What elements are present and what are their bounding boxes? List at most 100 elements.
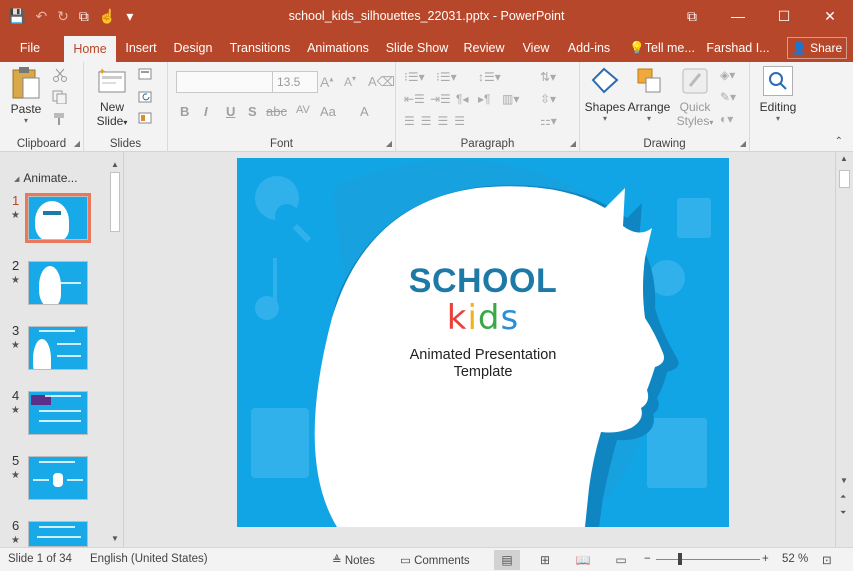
slide-show-button[interactable]: ▭: [608, 550, 634, 570]
previous-slide-icon[interactable]: ⏶: [840, 492, 846, 502]
alignment-icons[interactable]: ☰☰☰☰: [404, 114, 471, 128]
tab-home[interactable]: Home: [64, 36, 116, 62]
scroll-up-icon[interactable]: ▲: [111, 160, 119, 169]
columns-icon[interactable]: ▥▾: [502, 92, 519, 106]
kids-letter: s: [500, 298, 520, 338]
paste-button[interactable]: Paste ▾: [6, 66, 46, 125]
minimize-button[interactable]: —: [715, 0, 761, 32]
smartart-icon[interactable]: ⚏▾: [540, 114, 557, 128]
slide-thumbnail-1[interactable]: [25, 193, 91, 243]
line-spacing-icon[interactable]: ↕☰▾: [478, 70, 501, 84]
tab-add-ins[interactable]: Add-ins: [562, 34, 616, 62]
editing-button[interactable]: Editing ▾: [754, 66, 802, 123]
thumbnails-scrollbar[interactable]: ▲ ▼: [108, 158, 122, 548]
strikethrough-button[interactable]: abc: [266, 104, 287, 119]
decrease-indent-icon[interactable]: ⇤☰: [404, 92, 425, 106]
notes-button[interactable]: ≜ Notes: [332, 553, 375, 567]
paragraph-dialog-launcher-icon[interactable]: ◢: [570, 139, 576, 148]
animation-star-icon: ★: [11, 340, 20, 351]
shape-outline-icon[interactable]: ✎▾: [720, 90, 736, 104]
tell-me-search[interactable]: 💡Tell me...: [626, 34, 698, 62]
copy-icon[interactable]: [52, 90, 68, 105]
font-size-input[interactable]: 13.5: [272, 71, 318, 93]
comments-button[interactable]: ▭ Comments: [400, 553, 470, 567]
reading-view-icon: 📖: [575, 553, 591, 567]
tab-file[interactable]: File: [8, 34, 52, 62]
text-direction-icon[interactable]: ⇅▾: [540, 70, 556, 84]
clear-formatting-icon[interactable]: A⌫: [368, 74, 395, 90]
bullets-icon[interactable]: ⁝☰▾: [404, 70, 425, 84]
shapes-label: Shapes: [584, 100, 626, 114]
scroll-up-icon[interactable]: ▲: [840, 154, 848, 163]
tab-slide-show[interactable]: Slide Show: [382, 34, 452, 62]
tab-review[interactable]: Review: [460, 34, 508, 62]
animation-star-icon: ★: [11, 535, 20, 546]
rtl-icon[interactable]: ¶◂: [456, 92, 468, 106]
close-button[interactable]: ✕: [807, 0, 853, 32]
tab-transitions[interactable]: Transitions: [224, 34, 296, 62]
quick-styles-button[interactable]: Quick Styles▾: [674, 66, 716, 128]
ltr-icon[interactable]: ▸¶: [478, 92, 490, 106]
shape-fill-icon[interactable]: ◈▾: [720, 68, 735, 82]
zoom-out-button[interactable]: −: [644, 553, 651, 565]
font-color-button[interactable]: A: [360, 104, 369, 119]
drawing-dialog-launcher-icon[interactable]: ◢: [740, 139, 746, 148]
slide-thumbnail-4[interactable]: [28, 391, 88, 435]
next-slide-icon[interactable]: ⏷: [840, 508, 846, 518]
slide-title-kids[interactable]: kids: [395, 298, 571, 338]
align-text-icon[interactable]: ⇳▾: [540, 92, 556, 106]
zoom-slider-track[interactable]: [656, 559, 760, 560]
zoom-in-button[interactable]: +: [762, 553, 769, 565]
language-indicator[interactable]: English (United States): [90, 553, 208, 565]
collapse-ribbon-icon[interactable]: ⌃: [835, 136, 843, 147]
layout-icon[interactable]: [138, 68, 154, 82]
shape-effects-icon[interactable]: ◐▾: [720, 112, 733, 126]
slide-vertical-scrollbar[interactable]: ▲ ▼ ⏶ ⏷: [835, 152, 853, 547]
scroll-down-icon[interactable]: ▼: [840, 476, 848, 485]
fit-slide-icon[interactable]: ⊡: [822, 553, 832, 567]
slide-thumbnail-3[interactable]: [28, 326, 88, 370]
character-spacing-button[interactable]: AV: [296, 104, 310, 116]
scrollbar-thumb[interactable]: [839, 170, 850, 188]
tab-insert[interactable]: Insert: [118, 34, 164, 62]
zoom-slider-thumb[interactable]: [678, 553, 682, 565]
maximize-button[interactable]: ☐: [761, 0, 807, 32]
cut-icon[interactable]: [52, 68, 68, 82]
slide-canvas[interactable]: SCHOOL kids Animated Presentation Templa…: [237, 158, 729, 527]
font-dialog-launcher-icon[interactable]: ◢: [386, 139, 392, 148]
italic-button[interactable]: I: [204, 104, 208, 119]
reset-icon[interactable]: [138, 90, 154, 104]
arrange-button[interactable]: Arrange ▾: [626, 66, 672, 123]
dialog-launcher-icon[interactable]: ◢: [74, 139, 80, 148]
account-name[interactable]: Farshad I...: [702, 34, 774, 62]
decrease-font-icon[interactable]: A▾: [344, 74, 356, 89]
numbering-icon[interactable]: ⁝☰▾: [436, 70, 457, 84]
increase-font-icon[interactable]: A▴: [320, 74, 333, 90]
reading-view-button[interactable]: 📖: [570, 550, 596, 570]
section-icon[interactable]: [138, 112, 154, 126]
tab-view[interactable]: View: [516, 34, 556, 62]
section-header[interactable]: Animate...: [14, 171, 77, 185]
ribbon-display-options-button[interactable]: ⧉: [669, 0, 715, 32]
scrollbar-thumb[interactable]: [110, 172, 120, 232]
tab-design[interactable]: Design: [168, 34, 218, 62]
increase-indent-icon[interactable]: ⇥☰: [430, 92, 451, 106]
format-painter-icon[interactable]: [52, 112, 68, 126]
tab-animations[interactable]: Animations: [302, 34, 374, 62]
scroll-down-icon[interactable]: ▼: [111, 534, 119, 543]
share-button[interactable]: 👤 Share: [787, 37, 847, 59]
slide-thumbnail-6[interactable]: [28, 521, 88, 547]
slide-thumbnail-5[interactable]: [28, 456, 88, 500]
new-slide-button[interactable]: ✦ New Slide▾: [92, 66, 132, 128]
slide-thumbnail-2[interactable]: [28, 261, 88, 305]
text-shadow-button[interactable]: S: [248, 104, 257, 119]
slide-sorter-button[interactable]: ⊞: [532, 550, 558, 570]
shapes-button[interactable]: Shapes ▾: [584, 66, 626, 123]
normal-view-button[interactable]: ▤: [494, 550, 520, 570]
slide-subtitle[interactable]: Animated Presentation Template: [387, 347, 579, 381]
change-case-button[interactable]: Aa: [320, 104, 336, 119]
underline-button[interactable]: U: [226, 104, 235, 119]
bold-button[interactable]: B: [180, 104, 189, 119]
slide-title-school[interactable]: SCHOOL: [395, 262, 571, 301]
zoom-level[interactable]: 52 %: [782, 553, 808, 565]
